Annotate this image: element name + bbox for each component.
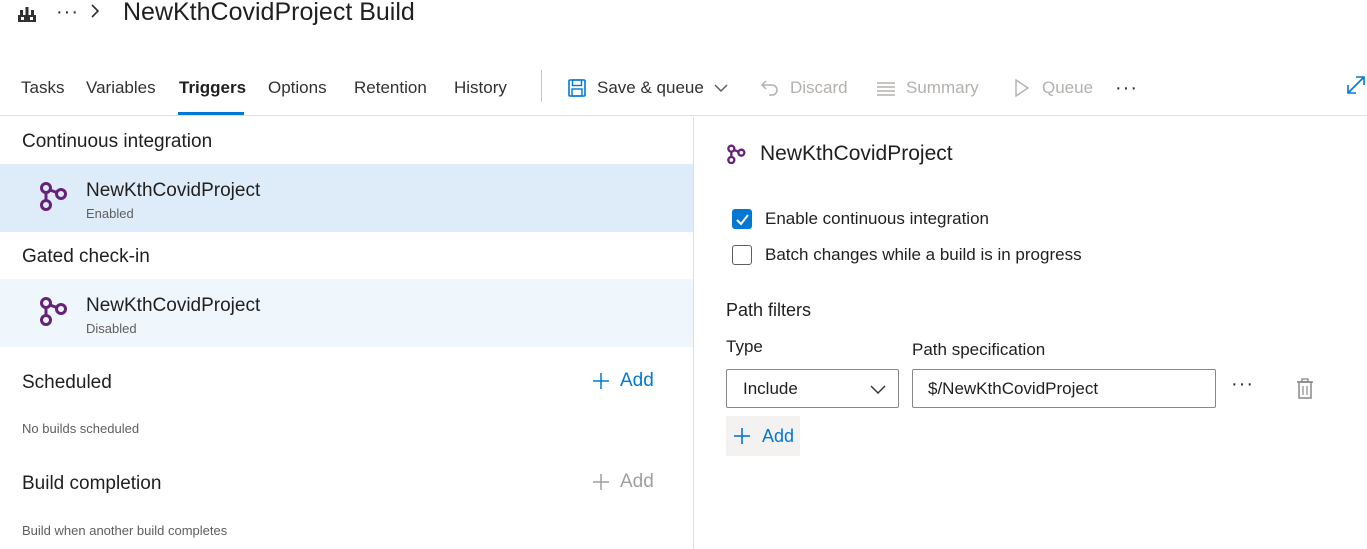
repo-header: NewKthCovidProject	[726, 142, 953, 166]
tab-retention[interactable]: Retention	[354, 78, 427, 98]
enable-ci-checkbox-row[interactable]: Enable continuous integration	[732, 209, 989, 229]
ci-status: Enabled	[86, 206, 134, 221]
undo-icon	[760, 80, 778, 96]
repository-icon	[40, 182, 67, 211]
type-label: Type	[726, 337, 763, 356]
toolbar: Tasks Variables Triggers Options Retenti…	[0, 64, 1367, 116]
add-build-completion-label: Add	[620, 471, 654, 492]
add-path-filter-button[interactable]: Add	[726, 416, 800, 456]
page-title: NewKthCovidProject Build	[123, 0, 415, 26]
filter-type-dropdown[interactable]: Include	[726, 369, 899, 408]
queue-button[interactable]: Queue	[1012, 74, 1093, 102]
toolbar-more-button[interactable]: ···	[1115, 74, 1138, 102]
path-spec-field[interactable]	[912, 369, 1216, 408]
page-header: ··· NewKthCovidProject Build	[0, 0, 1367, 40]
filter-type-value: Include	[743, 379, 798, 398]
build-completion-description: Build when another build completes	[22, 523, 228, 538]
gated-checkin-heading: Gated check-in	[22, 246, 150, 267]
gated-checkin-trigger-row[interactable]: NewKthCovidProject Disabled	[0, 279, 693, 347]
path-filters-heading: Path filters	[726, 300, 812, 320]
path-spec-input[interactable]	[913, 370, 1215, 407]
filter-more-button[interactable]: ···	[1231, 373, 1254, 396]
discard-label: Discard	[790, 78, 848, 97]
enable-ci-label: Enable continuous integration	[765, 209, 989, 228]
gated-status: Disabled	[86, 321, 137, 336]
triggers-list-pane: Continuous integration NewKthCovidProjec…	[0, 117, 694, 549]
expand-icon[interactable]	[1345, 74, 1367, 96]
gated-repo-name: NewKthCovidProject	[86, 295, 261, 316]
chevron-down-icon	[714, 84, 728, 93]
tab-options[interactable]: Options	[268, 78, 327, 98]
queue-label: Queue	[1042, 78, 1094, 97]
summary-label: Summary	[906, 78, 979, 97]
continuous-integration-heading: Continuous integration	[22, 131, 213, 152]
plus-icon	[734, 428, 750, 444]
batch-changes-checkbox-row[interactable]: Batch changes while a build is in progre…	[732, 245, 1082, 265]
plus-icon	[593, 373, 609, 389]
toolbar-divider	[541, 70, 542, 102]
summary-button[interactable]: Summary	[876, 74, 979, 102]
save-queue-label: Save & queue	[597, 78, 704, 97]
breadcrumb-more-button[interactable]: ···	[56, 1, 79, 24]
batch-changes-checkbox[interactable]	[732, 245, 752, 265]
trash-icon[interactable]	[1296, 378, 1314, 400]
plus-icon	[593, 474, 609, 490]
no-schedules-text: No builds scheduled	[22, 421, 140, 436]
list-icon	[877, 82, 895, 96]
repo-title: NewKthCovidProject	[760, 142, 953, 165]
batch-changes-label: Batch changes while a build is in progre…	[765, 245, 1082, 264]
tab-tasks[interactable]: Tasks	[21, 78, 64, 98]
ci-trigger-row[interactable]: NewKthCovidProject Enabled	[0, 164, 693, 232]
toolbar-more-label: ···	[1115, 76, 1138, 99]
tab-variables[interactable]: Variables	[86, 78, 156, 98]
discard-button[interactable]: Discard	[760, 74, 848, 102]
add-path-filter-label: Add	[762, 425, 795, 446]
active-tab-indicator	[178, 112, 244, 115]
path-spec-label: Path specification	[912, 340, 1046, 359]
build-completion-heading: Build completion	[22, 473, 162, 494]
add-schedule-button[interactable]: Add	[592, 370, 654, 392]
trigger-details-pane: NewKthCovidProject Enable continuous int…	[695, 117, 1367, 549]
build-pipeline-icon	[18, 7, 36, 22]
tab-triggers[interactable]: Triggers	[179, 78, 246, 98]
checkmark-icon	[736, 214, 749, 226]
add-schedule-label: Add	[620, 370, 654, 391]
play-icon	[1015, 78, 1030, 98]
tab-history[interactable]: History	[454, 78, 507, 98]
breadcrumb-chevron-icon	[91, 4, 100, 18]
save-icon	[568, 79, 586, 97]
enable-ci-checkbox[interactable]	[732, 209, 752, 229]
save-queue-button[interactable]: Save & queue	[567, 74, 728, 102]
ci-repo-name: NewKthCovidProject	[86, 180, 261, 201]
add-build-completion-button[interactable]: Add	[592, 471, 654, 493]
repository-icon	[727, 144, 746, 164]
chevron-down-icon	[870, 385, 886, 394]
repository-icon	[40, 297, 67, 326]
scheduled-heading: Scheduled	[22, 372, 112, 393]
